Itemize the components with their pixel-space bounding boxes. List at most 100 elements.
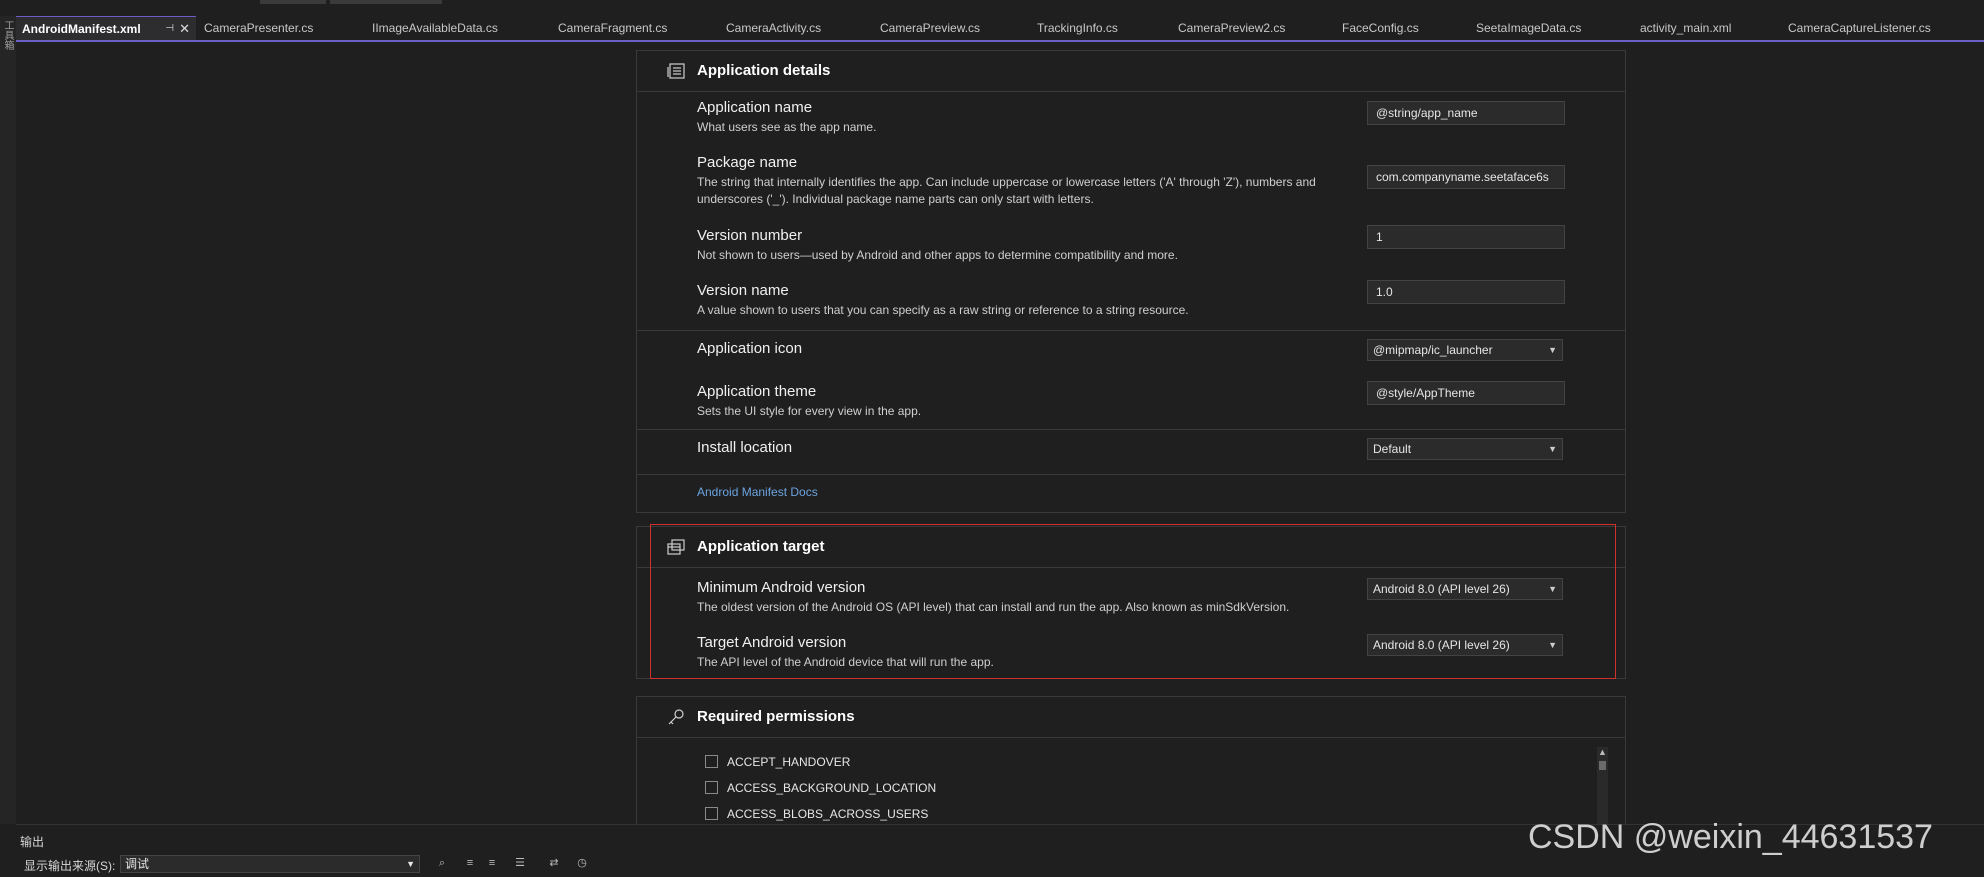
- version-number-label: Version number: [697, 227, 803, 244]
- clear-all-icon[interactable]: ☰: [512, 855, 528, 871]
- top-strip: [0, 0, 1984, 16]
- tab-faceconfig[interactable]: FaceConfig.cs: [1336, 16, 1470, 40]
- output-panel-title: 输出: [20, 835, 45, 849]
- application-name-label: Application name: [697, 99, 813, 116]
- target-android-version-label: Target Android version: [697, 634, 847, 651]
- permission-checkbox[interactable]: [705, 807, 718, 820]
- application-icon-select[interactable]: @mipmap/ic_launcher ▼: [1367, 339, 1563, 361]
- toolbar-stub: [330, 0, 442, 4]
- tab-camerapresenter[interactable]: CameraPresenter.cs: [198, 16, 368, 40]
- permissions-scrollbar[interactable]: ▲: [1597, 747, 1608, 824]
- tab-camerapreview2[interactable]: CameraPreview2.cs: [1172, 16, 1336, 40]
- version-name-input[interactable]: 1.0: [1367, 280, 1565, 304]
- tab-label: TrackingInfo.cs: [1037, 21, 1118, 35]
- manifest-editor: Application details Application name Wha…: [16, 42, 1984, 824]
- divider: [637, 474, 1625, 475]
- section-title: Application details: [697, 62, 831, 79]
- toolbox-label[interactable]: 工具箱: [2, 20, 13, 50]
- tab-label: CameraFragment.cs: [558, 21, 668, 35]
- target-android-version-select[interactable]: Android 8.0 (API level 26) ▼: [1367, 634, 1563, 656]
- application-icon-label: Application icon: [697, 340, 803, 357]
- application-target-card: Application target Minimum Android versi…: [636, 526, 1626, 679]
- version-number-row: Version number Not shown to users—used b…: [637, 225, 1625, 267]
- version-name-label: Version name: [697, 282, 789, 299]
- chevron-down-icon: ▼: [1548, 584, 1557, 594]
- output-source-value: 调试: [125, 857, 150, 871]
- application-details-card: Application details Application name Wha…: [636, 50, 1626, 513]
- tab-label: SeetaImageData.cs: [1476, 21, 1582, 35]
- tab-camerapreview[interactable]: CameraPreview.cs: [874, 16, 1030, 40]
- permission-checkbox[interactable]: [705, 781, 718, 794]
- package-name-input[interactable]: com.companyname.seetaface6s: [1367, 165, 1565, 189]
- minimum-android-version-desc: The oldest version of the Android OS (AP…: [697, 600, 1290, 614]
- version-name-desc: A value shown to users that you can spec…: [697, 303, 1189, 317]
- tab-seetaimagedata[interactable]: SeetaImageData.cs: [1470, 16, 1634, 40]
- minimum-android-version-row: Minimum Android version The oldest versi…: [637, 578, 1625, 619]
- tab-cameraactivity[interactable]: CameraActivity.cs: [720, 16, 870, 40]
- pin-icon[interactable]: ⊣: [165, 17, 174, 40]
- application-name-desc: What users see as the app name.: [697, 120, 877, 134]
- toolbar-stub: [260, 0, 326, 4]
- install-location-select[interactable]: Default ▼: [1367, 438, 1563, 460]
- install-location-row: Install location Default ▼: [637, 438, 1625, 469]
- tab-label: AndroidManifest.xml: [22, 22, 141, 36]
- permission-label: ACCESS_BLOBS_ACROSS_USERS: [727, 807, 929, 821]
- toolbox-rail[interactable]: 工具箱: [0, 16, 17, 824]
- chevron-down-icon: ▼: [406, 859, 415, 869]
- version-number-input[interactable]: 1: [1367, 225, 1565, 249]
- scroll-thumb[interactable]: [1599, 761, 1606, 770]
- close-icon[interactable]: ✕: [179, 17, 190, 40]
- previous-message-icon[interactable]: ≡: [462, 855, 478, 871]
- application-theme-row: Application theme Sets the UI style for …: [637, 381, 1625, 423]
- chevron-down-icon: ▼: [1548, 345, 1557, 355]
- tab-cameracapturelistener[interactable]: CameraCaptureListener.cs: [1782, 16, 1982, 40]
- package-name-label: Package name: [697, 154, 798, 171]
- application-target-header: Application target: [637, 527, 1625, 568]
- chevron-down-icon: ▼: [1548, 444, 1557, 454]
- chevron-down-icon: ▼: [1548, 640, 1557, 650]
- tab-label: IImageAvailableData.cs: [372, 21, 498, 35]
- install-location-label: Install location: [697, 439, 793, 456]
- package-name-row: Package name The string that internally …: [637, 154, 1625, 206]
- word-wrap-icon[interactable]: ⇄: [546, 855, 562, 871]
- minimum-android-version-label: Minimum Android version: [697, 579, 866, 596]
- version-number-desc: Not shown to users—used by Android and o…: [697, 248, 1178, 262]
- clock-icon[interactable]: ◷: [574, 855, 590, 871]
- output-source-select[interactable]: 调试 ▼: [120, 855, 420, 873]
- permission-checkbox[interactable]: [705, 755, 718, 768]
- tab-label: CameraPreview.cs: [880, 21, 981, 35]
- application-theme-input[interactable]: @style/AppTheme: [1367, 381, 1565, 405]
- permission-label: ACCEPT_HANDOVER: [727, 755, 851, 769]
- document-tab-bar: AndroidManifest.xml ⊣ ✕ CameraPresenter.…: [16, 16, 1984, 42]
- application-icon-row: Application icon @mipmap/ic_launcher ▼: [637, 339, 1625, 370]
- application-theme-desc: Sets the UI style for every view in the …: [697, 404, 922, 418]
- scroll-up-icon[interactable]: ▲: [1598, 747, 1607, 757]
- target-android-version-value: Android 8.0 (API level 26): [1373, 638, 1510, 652]
- tab-iimageavailabledata[interactable]: IImageAvailableData.cs: [366, 16, 550, 40]
- find-message-icon[interactable]: ⌕: [434, 855, 450, 871]
- tab-activity-main[interactable]: activity_main.xml: [1634, 16, 1780, 40]
- application-theme-label: Application theme: [697, 383, 817, 400]
- divider: [637, 330, 1625, 331]
- next-message-icon[interactable]: ≡: [484, 855, 500, 871]
- android-manifest-docs-link[interactable]: Android Manifest Docs: [697, 485, 818, 499]
- permission-label: ACCESS_BACKGROUND_LOCATION: [727, 781, 937, 795]
- required-permissions-header: Required permissions: [637, 697, 1625, 738]
- application-name-row: Application name What users see as the a…: [637, 99, 1625, 139]
- minimum-android-version-value: Android 8.0 (API level 26): [1373, 582, 1510, 596]
- tab-label: CameraPresenter.cs: [204, 21, 314, 35]
- version-name-row: Version name A value shown to users that…: [637, 280, 1625, 322]
- watermark: CSDN @weixin_44631537: [1528, 818, 1933, 856]
- application-name-input[interactable]: @string/app_name: [1367, 101, 1565, 125]
- tab-trackinginfo[interactable]: TrackingInfo.cs: [1031, 16, 1171, 40]
- tab-androidmanifest[interactable]: AndroidManifest.xml ⊣ ✕: [16, 16, 196, 40]
- application-details-icon: [667, 63, 685, 79]
- install-location-value: Default: [1373, 442, 1412, 456]
- output-source-label: 显示输出来源(S):: [24, 859, 116, 873]
- target-android-version-row: Target Android version The API level of …: [637, 634, 1625, 674]
- section-title: Application target: [697, 538, 825, 555]
- divider: [637, 429, 1625, 430]
- tab-camerafragment[interactable]: CameraFragment.cs: [552, 16, 720, 40]
- package-name-desc: The string that internally identifies th…: [697, 175, 1316, 206]
- minimum-android-version-select[interactable]: Android 8.0 (API level 26) ▼: [1367, 578, 1563, 600]
